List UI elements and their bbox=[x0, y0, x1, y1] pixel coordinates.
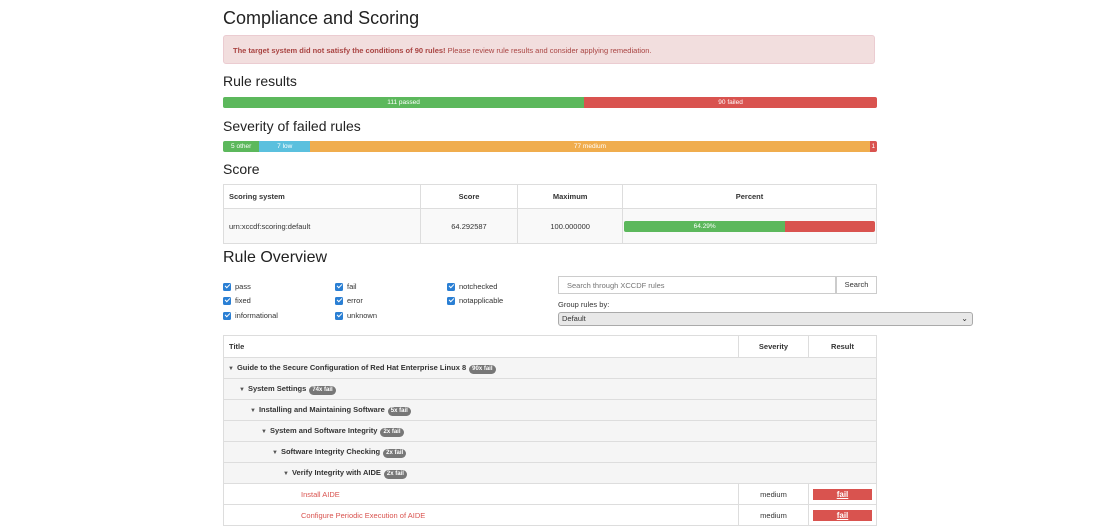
filter-notchecked-checkbox[interactable]: notchecked bbox=[447, 282, 497, 291]
expand-triangle-icon[interactable]: ▼ bbox=[239, 387, 245, 393]
group-by-value: Default bbox=[562, 314, 586, 323]
rule-overview-title: Rule Overview bbox=[223, 249, 328, 266]
filter-label: error bbox=[347, 296, 363, 305]
severity-high-segment: 1 bbox=[869, 141, 877, 152]
fail-count-badge: 90x fail bbox=[469, 364, 496, 374]
score-title: Score bbox=[223, 161, 260, 177]
passed-segment: 111 passed bbox=[223, 97, 585, 108]
severity-low-segment: 7 low bbox=[259, 141, 311, 152]
rules-header-title: Title bbox=[223, 335, 739, 358]
percent-passed-segment: 64.29% bbox=[624, 220, 786, 232]
group-label: Guide to the Secure Configuration of Red… bbox=[236, 362, 467, 372]
score-header-percent: Percent bbox=[622, 184, 877, 209]
group-row[interactable]: ▼ Software Integrity Checking 2x fail bbox=[223, 441, 877, 463]
compliance-alert: The target system did not satisfy the co… bbox=[223, 35, 875, 64]
group-label: Installing and Maintaining Software bbox=[258, 404, 385, 414]
fail-count-badge: 74x fail bbox=[309, 385, 336, 395]
score-header-score: Score bbox=[419, 184, 519, 209]
expand-triangle-icon[interactable]: ▼ bbox=[261, 429, 267, 435]
chevron-down-icon: ⌄ bbox=[961, 314, 968, 323]
group-row[interactable]: ▼ System Settings 74x fail bbox=[223, 378, 877, 400]
score-table: Scoring system Score Maximum Percent urn… bbox=[223, 184, 877, 244]
maximum-value: 100.000000 bbox=[517, 208, 623, 244]
group-row[interactable]: ▼ Verify Integrity with AIDE 2x fail bbox=[223, 462, 877, 484]
expand-triangle-icon[interactable]: ▼ bbox=[272, 450, 278, 456]
severity-title: Severity of failed rules bbox=[223, 118, 361, 134]
rule-results-title: Rule results bbox=[223, 73, 297, 89]
filter-label: informational bbox=[235, 311, 278, 320]
rule-severity: medium bbox=[738, 483, 809, 505]
filter-pass-checkbox[interactable]: pass bbox=[223, 282, 251, 291]
result-fail-badge[interactable]: fail bbox=[813, 488, 872, 500]
fail-count-badge: 5x fail bbox=[387, 406, 411, 416]
checkbox-checked-icon bbox=[223, 296, 231, 305]
filter-label: fixed bbox=[235, 296, 251, 305]
group-label: Software Integrity Checking bbox=[280, 446, 381, 456]
alert-bold-text: The target system did not satisfy the co… bbox=[233, 46, 446, 55]
filter-unknown-checkbox[interactable]: unknown bbox=[335, 311, 377, 320]
checkbox-checked-icon bbox=[223, 311, 231, 320]
rule-row: Configure Periodic Execution of AIDE med… bbox=[223, 504, 877, 526]
rule-row: Install AIDE medium fail bbox=[223, 483, 877, 505]
rules-header-severity: Severity bbox=[738, 335, 809, 358]
group-row[interactable]: ▼ Installing and Maintaining Software 5x f… bbox=[223, 399, 877, 421]
filter-informational-checkbox[interactable]: informational bbox=[223, 311, 278, 320]
score-header-maximum: Maximum bbox=[517, 184, 623, 209]
group-by-label: Group rules by: bbox=[558, 300, 610, 309]
rules-table: Title Severity Result ▼ Guide to the Secu… bbox=[223, 335, 877, 526]
filter-label: fail bbox=[347, 282, 357, 291]
filter-label: notchecked bbox=[459, 282, 498, 291]
score-header-system: Scoring system bbox=[223, 184, 421, 209]
group-label: Verify Integrity with AIDE bbox=[291, 467, 381, 477]
compliance-title: Compliance and Scoring bbox=[223, 8, 420, 28]
rule-severity: medium bbox=[738, 504, 809, 526]
search-button[interactable]: Search bbox=[836, 276, 877, 294]
group-label: System and Software Integrity bbox=[269, 425, 378, 435]
expand-triangle-icon[interactable]: ▼ bbox=[228, 366, 234, 372]
percent-bar: 64.29% bbox=[624, 220, 875, 232]
rule-results-bar: 111 passed 90 failed bbox=[223, 97, 877, 108]
filter-label: pass bbox=[235, 282, 251, 291]
filter-label: unknown bbox=[347, 311, 378, 320]
fail-count-badge: 2x fail bbox=[383, 448, 407, 458]
checkbox-checked-icon bbox=[447, 282, 455, 291]
fail-count-badge: 2x fail bbox=[380, 427, 404, 437]
percent-cell: 64.29% bbox=[622, 208, 877, 244]
percent-remaining-segment bbox=[785, 220, 875, 232]
filter-fail-checkbox[interactable]: fail bbox=[335, 282, 357, 291]
scoring-system-value: urn:xccdf:scoring:default bbox=[223, 208, 421, 244]
severity-medium-segment: 77 medium bbox=[310, 141, 870, 152]
rule-link[interactable]: Install AIDE bbox=[301, 490, 340, 499]
alert-text: Please review rule results and consider … bbox=[445, 46, 652, 55]
rule-search-input[interactable] bbox=[558, 276, 836, 294]
expand-triangle-icon[interactable]: ▼ bbox=[283, 471, 289, 477]
checkbox-checked-icon bbox=[335, 311, 343, 320]
filter-fixed-checkbox[interactable]: fixed bbox=[223, 296, 251, 305]
filter-label: notapplicable bbox=[459, 296, 504, 305]
filter-notapplicable-checkbox[interactable]: notapplicable bbox=[447, 296, 503, 305]
group-row[interactable]: ▼ System and Software Integrity 2x fail bbox=[223, 420, 877, 442]
checkbox-checked-icon bbox=[223, 282, 231, 291]
rule-link[interactable]: Configure Periodic Execution of AIDE bbox=[301, 511, 425, 520]
severity-bar: 5 other 7 low 77 medium 1 bbox=[223, 141, 877, 152]
checkbox-checked-icon bbox=[335, 282, 343, 291]
checkbox-checked-icon bbox=[447, 296, 455, 305]
filter-error-checkbox[interactable]: error bbox=[335, 296, 363, 305]
severity-other-segment: 5 other bbox=[223, 141, 260, 152]
expand-triangle-icon[interactable]: ▼ bbox=[250, 408, 256, 414]
group-row[interactable]: ▼ Guide to the Secure Configuration of Re… bbox=[223, 357, 877, 379]
fail-count-badge: 2x fail bbox=[383, 469, 407, 479]
failed-segment: 90 failed bbox=[584, 97, 877, 108]
result-fail-badge[interactable]: fail bbox=[813, 509, 872, 521]
rules-header-result: Result bbox=[808, 335, 877, 358]
checkbox-checked-icon bbox=[335, 296, 343, 305]
score-value: 64.292587 bbox=[419, 208, 519, 244]
group-label: System Settings bbox=[247, 383, 307, 393]
group-by-select[interactable]: Default ⌄ bbox=[558, 312, 973, 326]
